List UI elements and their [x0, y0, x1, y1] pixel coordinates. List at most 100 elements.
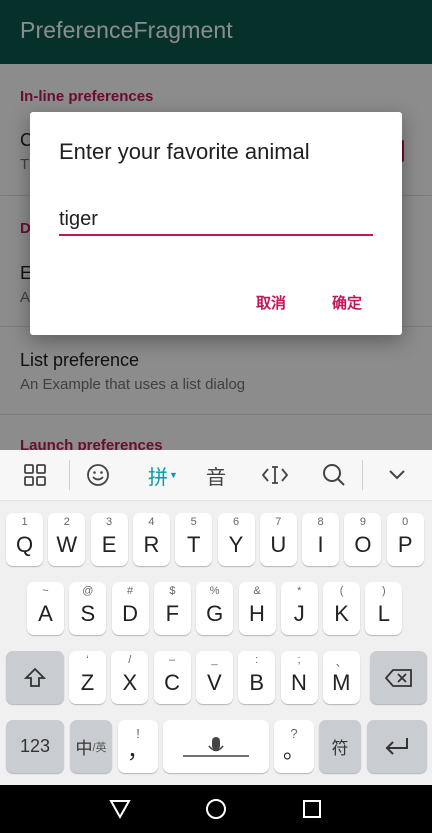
search-icon[interactable] — [309, 450, 359, 500]
numbers-label: 123 — [19, 736, 51, 756]
cancel-button[interactable]: 取消 — [256, 292, 286, 313]
key-label: C — [164, 670, 181, 695]
soft-keyboard: 拼 ▼ 音 1 Q 2 W 3 E 4 R 5 T 6 Y 7 U 8 I 9 O 0 P ~ A @ S # D $ F% G & H * J(… — [0, 450, 432, 785]
pinyin-label: 拼 — [148, 466, 169, 489]
key-secondary-label: $ — [169, 585, 176, 597]
key-p[interactable]: 0P — [386, 513, 424, 566]
key-secondary-label: * — [297, 585, 302, 597]
key-label: N — [291, 670, 307, 695]
chevron-down-icon[interactable] — [372, 450, 422, 500]
key-label: G — [206, 601, 224, 626]
period-key[interactable]: ?。 — [274, 720, 314, 773]
cursor-icon[interactable] — [250, 450, 300, 500]
key-label: V — [207, 670, 222, 695]
key-label: B — [249, 670, 265, 695]
key-c[interactable]: – C — [153, 651, 191, 704]
key-u[interactable]: 7U — [259, 513, 297, 566]
key-label: E — [101, 532, 117, 557]
key-label: M — [332, 670, 351, 695]
key-label: Y — [228, 532, 244, 557]
key-x[interactable]: / X — [111, 651, 149, 704]
enter-key[interactable] — [367, 720, 427, 773]
key-secondary-label: ~ — [42, 585, 49, 597]
key-g[interactable]: % G — [196, 582, 234, 635]
key-label: X — [122, 670, 138, 695]
key-q[interactable]: 1Q — [6, 513, 43, 566]
key-label: T — [186, 532, 201, 557]
key-label: ， — [126, 738, 149, 763]
animal-input[interactable] — [59, 204, 373, 236]
key-secondary-label: – — [169, 654, 176, 666]
key-secondary-label: 7 — [275, 516, 282, 528]
key-label: I — [317, 532, 324, 557]
key-secondary-label: _ — [211, 654, 218, 666]
key-m[interactable]: 、 M — [322, 651, 360, 704]
comma-key[interactable]: !， — [118, 720, 158, 773]
key-i[interactable]: 8I — [302, 513, 340, 566]
voice-mode-button[interactable]: 音 — [191, 450, 241, 500]
key-l[interactable]: ) L — [365, 582, 403, 635]
recents-icon[interactable] — [298, 795, 326, 823]
key-s[interactable]: @ S — [69, 582, 107, 635]
grid-icon[interactable] — [10, 450, 60, 500]
key-secondary-label: 1 — [21, 516, 28, 528]
key-label: R — [143, 532, 160, 557]
key-e[interactable]: 3E — [90, 513, 128, 566]
numbers-key[interactable]: 123 — [6, 720, 64, 773]
edittext-dialog: Enter your favorite animal 取消 确定 — [30, 112, 402, 335]
key-w[interactable]: 2W — [48, 513, 86, 566]
key-o[interactable]: 9O — [344, 513, 382, 566]
key-h[interactable]: & H — [238, 582, 276, 635]
key-j[interactable]: * J — [280, 582, 318, 635]
key-label: U — [270, 532, 287, 557]
key-d[interactable]: # D — [111, 582, 149, 635]
language-switch-key[interactable]: 中/英 — [70, 720, 112, 773]
voice-label: 音 — [206, 466, 226, 489]
key-label: J — [293, 601, 305, 626]
key-label: P — [397, 532, 413, 557]
key-secondary-label: % — [209, 585, 220, 597]
key-secondary-label: ( — [339, 585, 344, 597]
toolbar-separator — [69, 460, 70, 490]
key-k[interactable]: (K — [323, 582, 361, 635]
key-secondary-label: 3 — [106, 516, 113, 528]
key-label: Z — [80, 670, 95, 695]
key-secondary-label: / — [128, 654, 132, 666]
shift-key[interactable] — [6, 651, 64, 704]
pinyin-mode-button[interactable]: 拼 ▼ — [136, 450, 190, 500]
key-label: H — [249, 601, 265, 626]
key-a[interactable]: ~ A — [27, 582, 64, 635]
backspace-key[interactable] — [370, 651, 427, 704]
key-v[interactable]: _ V — [195, 651, 233, 704]
back-icon[interactable] — [106, 795, 134, 823]
space-key[interactable] — [163, 720, 269, 773]
key-y[interactable]: 6Y — [217, 513, 255, 566]
key-label: F — [165, 601, 180, 626]
system-nav-bar — [0, 785, 432, 833]
symbols-key[interactable]: 符 — [319, 720, 361, 773]
home-icon[interactable] — [202, 795, 230, 823]
dialog-title: Enter your favorite animal — [59, 139, 310, 164]
keyboard-toolbar: 拼 ▼ 音 — [0, 450, 432, 501]
emoji-icon[interactable] — [73, 450, 123, 500]
key-f[interactable]: $ F — [153, 582, 191, 635]
key-secondary-label: ) — [382, 585, 386, 597]
key-n[interactable]: ; N — [280, 651, 318, 704]
language-label: 中/英 — [70, 720, 112, 773]
ok-button[interactable]: 确定 — [332, 292, 362, 313]
key-t[interactable]: 5T — [175, 513, 213, 566]
key-label: K — [334, 601, 349, 626]
key-b[interactable]: :B — [238, 651, 276, 704]
microphone-icon — [163, 720, 269, 773]
key-label: O — [354, 532, 372, 557]
shift-icon — [6, 651, 64, 704]
key-secondary-label: & — [253, 585, 261, 597]
key-secondary-label: 0 — [402, 516, 409, 528]
key-secondary-label: 9 — [359, 516, 366, 528]
key-r[interactable]: 4R — [132, 513, 170, 566]
key-z[interactable]: ‘Z — [69, 651, 106, 704]
key-secondary-label: 8 — [317, 516, 324, 528]
key-label: A — [38, 601, 53, 626]
key-secondary-label: 2 — [63, 516, 70, 528]
key-label: Q — [15, 532, 34, 557]
